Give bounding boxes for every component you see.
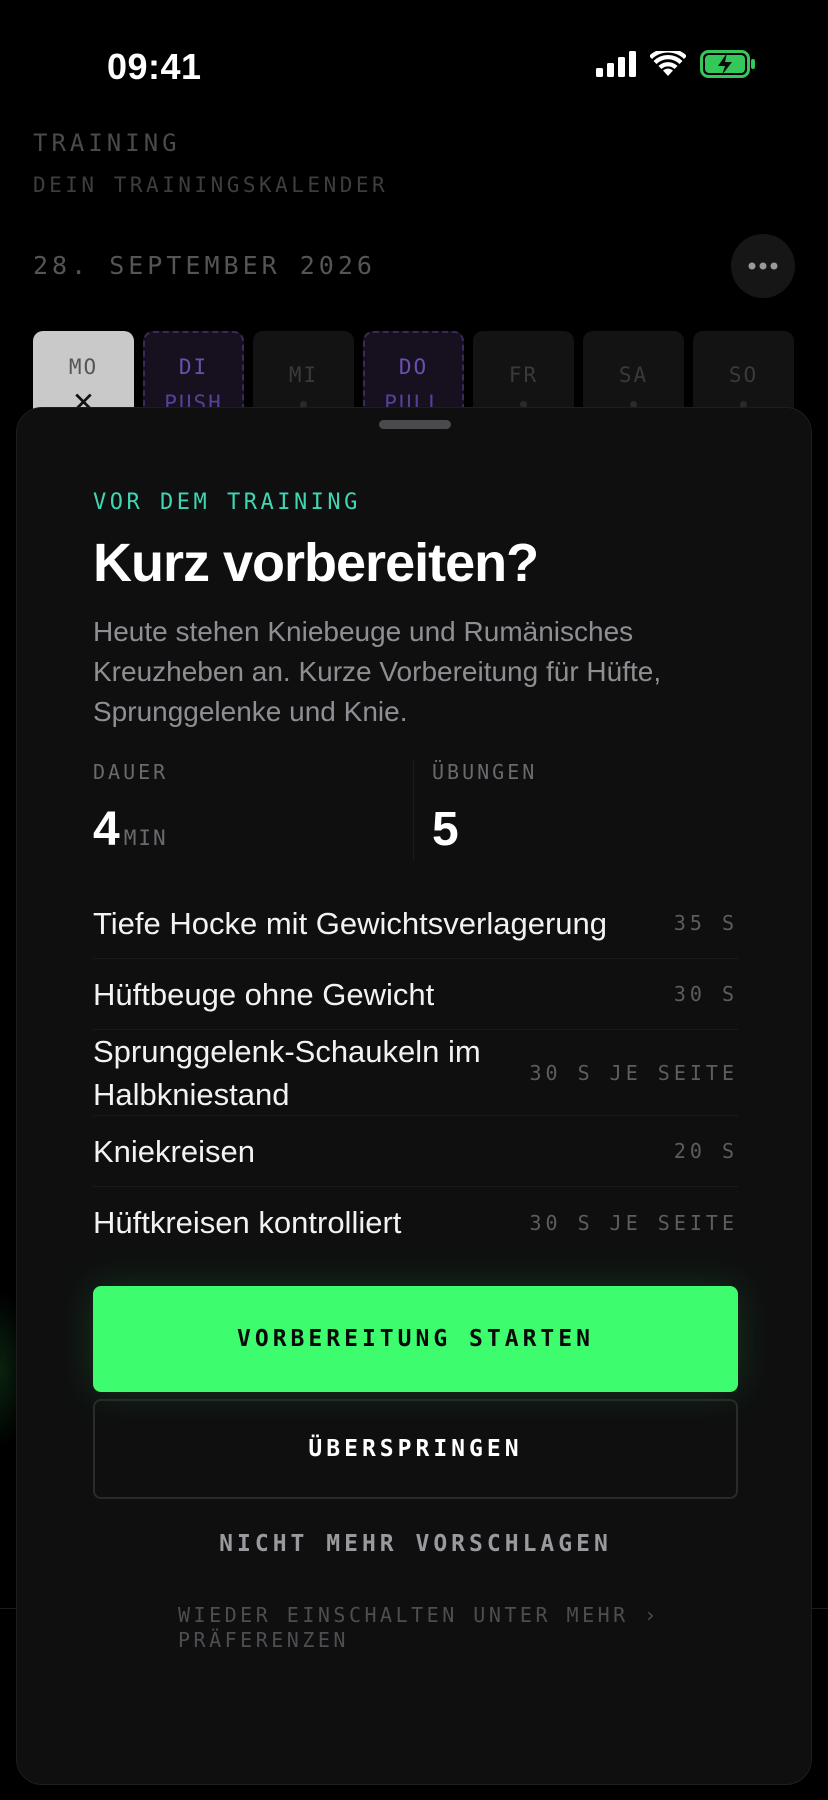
day-tab-fr[interactable]: FR: [473, 331, 574, 411]
day-label: SA: [618, 363, 649, 387]
status-bar: 09:41: [0, 0, 828, 120]
exercises-stat: ÜBUNGEN 5: [432, 760, 537, 857]
exercises-value: 5: [432, 803, 459, 856]
duration-unit: MIN: [123, 826, 168, 850]
warmup-bottom-sheet: VOR DEM TRAINING Kurz vorbereiten? Heute…: [16, 407, 812, 1785]
exercise-duration: 20 S: [673, 1139, 738, 1163]
stat-divider: [413, 760, 414, 860]
exercise-name: Hüftbeuge ohne Gewicht: [93, 976, 435, 1012]
exercise-row: Hüftbeuge ohne Gewicht 30 S: [93, 959, 738, 1030]
exercise-duration: 30 S JE SEITE: [529, 1210, 738, 1235]
duration-value: 4: [93, 803, 120, 856]
day-label: FR: [508, 363, 539, 387]
day-label: MI: [288, 363, 319, 387]
ellipsis-icon: [748, 262, 778, 270]
screen-title: TRAINING: [33, 129, 181, 157]
day-label: DI: [178, 355, 209, 379]
warmup-stats: DAUER 4 MIN ÜBUNGEN 5: [93, 760, 738, 860]
week-day-selector: MO ✕ DI PUSH MI DO PULL FR SA SO: [33, 331, 794, 411]
more-button[interactable]: [731, 234, 795, 298]
sheet-headline: Kurz vorbereiten?: [93, 533, 539, 593]
preferences-hint: WIEDER EINSCHALTEN UNTER MEHR › PRÄFEREN…: [178, 1603, 660, 1652]
dont-suggest-label: NICHT MEHR VORSCHLAGEN: [219, 1531, 612, 1557]
sheet-description: Heute stehen Kniebeuge und Rumänisches K…: [93, 616, 662, 727]
day-label: DO: [398, 355, 429, 379]
skip-button[interactable]: ÜBERSPRINGEN: [93, 1399, 738, 1499]
start-warmup-button[interactable]: VORBEREITUNG STARTEN: [93, 1286, 738, 1392]
exercise-row: Sprunggelenk-Schaukeln im Halbkniestand …: [93, 1030, 738, 1116]
exercise-row: Kniekreisen 20 S: [93, 1116, 738, 1187]
day-tab-so[interactable]: SO: [693, 331, 794, 411]
status-icons: [596, 50, 756, 78]
skip-label: ÜBERSPRINGEN: [308, 1436, 523, 1462]
day-tab-di[interactable]: DI PUSH: [143, 331, 244, 411]
exercise-row: Tiefe Hocke mit Gewichtsverlagerung 35 S: [93, 888, 738, 959]
day-tab-do[interactable]: DO PULL: [363, 331, 464, 411]
status-time: 09:41: [107, 46, 202, 87]
wifi-icon: [650, 51, 686, 76]
cellular-signal-icon: [596, 51, 636, 77]
exercise-row: Hüftkreisen kontrolliert 30 S JE SEITE: [93, 1187, 738, 1258]
battery-charging-icon: [700, 50, 755, 78]
sheet-grabber[interactable]: [379, 420, 451, 429]
exercise-list: Tiefe Hocke mit Gewichtsverlagerung 35 S…: [93, 888, 738, 1258]
duration-label: DAUER: [93, 760, 169, 784]
day-tab-sa[interactable]: SA: [583, 331, 684, 411]
day-tab-mi[interactable]: MI: [253, 331, 354, 411]
exercise-name: Hüftkreisen kontrolliert: [93, 1205, 402, 1240]
dont-suggest-button[interactable]: NICHT MEHR VORSCHLAGEN: [93, 1531, 738, 1557]
exercises-label: ÜBUNGEN: [432, 760, 538, 784]
current-date: 28. SEPTEMBER 2026: [33, 251, 376, 280]
exercise-name: Kniekreisen: [93, 1133, 255, 1169]
exercise-duration: 35 S: [673, 911, 738, 935]
exercise-name: Sprunggelenk-Schaukeln im Halbkniestand: [93, 1033, 481, 1112]
exercise-name: Tiefe Hocke mit Gewichtsverlagerung: [93, 905, 607, 941]
exercise-duration: 30 S JE SEITE: [529, 1060, 738, 1085]
start-warmup-label: VORBEREITUNG STARTEN: [237, 1326, 594, 1352]
duration-stat: DAUER 4 MIN: [93, 760, 168, 857]
day-label: MO: [68, 355, 99, 379]
day-label: SO: [728, 363, 759, 387]
day-tab-mo[interactable]: MO ✕: [33, 331, 134, 411]
sheet-eyebrow: VOR DEM TRAINING: [93, 490, 361, 515]
exercise-duration: 30 S: [673, 982, 738, 1006]
screen-subtitle: DEIN TRAININGSKALENDER: [33, 173, 389, 197]
